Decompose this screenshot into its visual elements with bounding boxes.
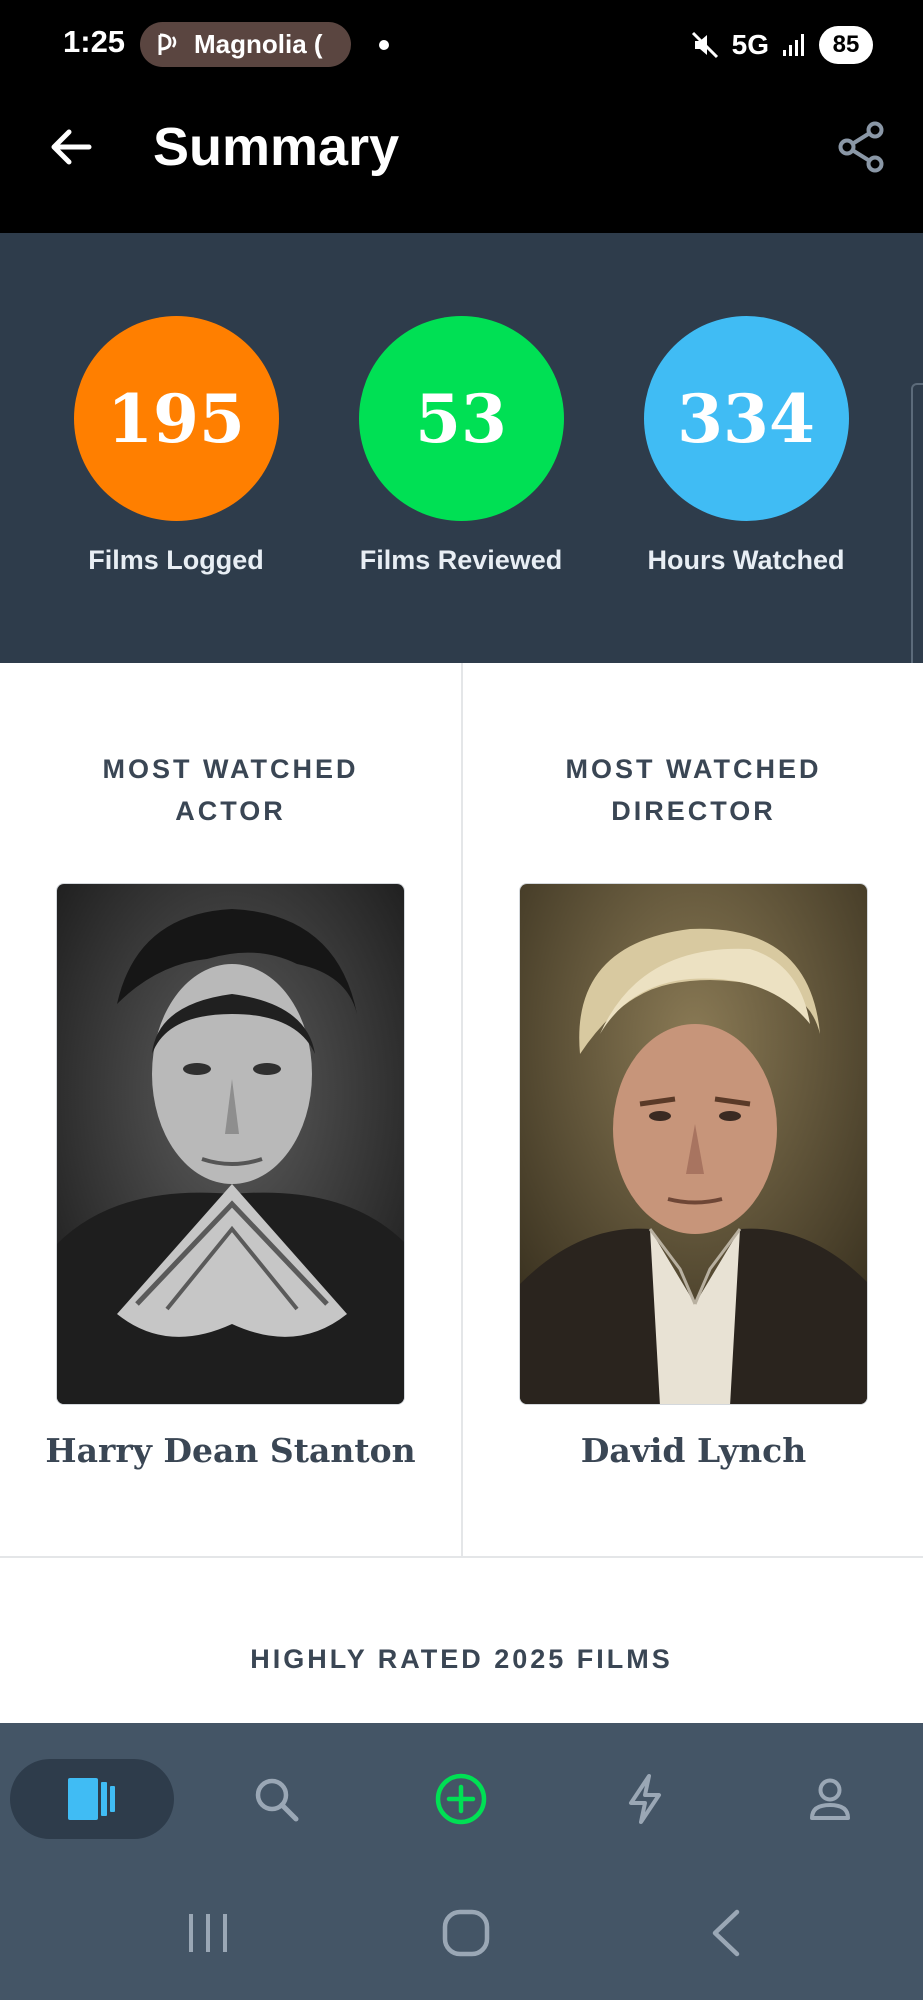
director-name: David Lynch	[580, 1431, 807, 1470]
director-heading: MOST WATCHED DIRECTOR	[463, 748, 923, 832]
app-header: Summary	[0, 92, 923, 233]
actor-photo[interactable]	[56, 883, 405, 1405]
lightning-icon	[629, 1774, 661, 1824]
stat-label: Hours Watched	[647, 545, 845, 575]
system-nav-bar	[0, 1873, 923, 2000]
stat-label: Films Reviewed	[359, 545, 563, 575]
nav-activity[interactable]	[563, 1759, 727, 1839]
battery-indicator: 85	[819, 26, 873, 64]
highly-rated-title: HIGHLY RATED 2025 FILMS	[250, 1644, 673, 1674]
films-icon	[68, 1778, 115, 1820]
director-portrait-image	[520, 884, 867, 1404]
nav-films[interactable]	[10, 1759, 174, 1839]
stat-circle: 53	[358, 316, 564, 521]
stat-hours-watched[interactable]: 334 Hours Watched	[616, 316, 876, 576]
notification-dot	[379, 40, 389, 50]
stat-label: Films Logged	[88, 545, 264, 575]
mute-icon	[691, 31, 718, 59]
nav-add[interactable]	[379, 1759, 543, 1839]
profile-icon	[810, 1778, 850, 1820]
actor-portrait-image	[57, 884, 404, 1404]
stat-circle: 334	[643, 316, 849, 521]
actor-heading-line1: MOST WATCHED	[102, 754, 359, 784]
stat-films-logged[interactable]: 195 Films Logged	[46, 316, 306, 576]
home-icon	[442, 1909, 490, 1957]
director-heading-line1: MOST WATCHED	[565, 754, 822, 784]
director-photo[interactable]	[519, 883, 868, 1405]
status-time: 1:25	[63, 24, 126, 59]
bottom-nav	[0, 1723, 923, 1873]
actor-heading: MOST WATCHED ACTOR	[0, 748, 461, 832]
recent-apps-button[interactable]	[163, 1893, 253, 1973]
director-heading-line2: DIRECTOR	[611, 796, 776, 826]
nav-profile[interactable]	[748, 1759, 912, 1839]
arrow-left-icon	[51, 129, 92, 165]
status-bar: 1:25 Magnolia ( 5G 85	[0, 0, 923, 92]
share-icon	[838, 121, 884, 173]
people-section: MOST WATCHED ACTOR Harry Dean Stanton MO…	[0, 663, 923, 1558]
recent-apps-icon	[189, 1914, 227, 1952]
most-watched-director[interactable]: MOST WATCHED DIRECTOR David Lynch	[463, 663, 923, 1470]
podcast-icon	[158, 33, 177, 55]
add-icon	[435, 1773, 487, 1825]
search-icon	[255, 1778, 299, 1822]
actor-name: Harry Dean Stanton	[45, 1431, 416, 1470]
signal-icon	[783, 34, 804, 56]
most-watched-actor[interactable]: MOST WATCHED ACTOR Harry Dean Stanton	[0, 663, 461, 1470]
stat-circle: 195	[73, 316, 279, 521]
back-button[interactable]	[44, 120, 98, 174]
media-pill[interactable]: Magnolia (	[140, 22, 351, 67]
share-button[interactable]	[835, 120, 889, 174]
home-button[interactable]	[421, 1893, 511, 1973]
highly-rated-section: HIGHLY RATED 2025 FILMS	[0, 1558, 923, 1723]
chevron-left-icon	[712, 1909, 740, 1957]
scrollbar[interactable]	[911, 383, 923, 673]
page-title: Summary	[153, 117, 400, 177]
stats-section: 195 Films Logged 53 Films Reviewed 334 H…	[0, 233, 923, 673]
stat-films-reviewed[interactable]: 53 Films Reviewed	[331, 316, 591, 576]
nav-search[interactable]	[194, 1759, 358, 1839]
network-type: 5G	[731, 29, 769, 60]
system-back-button[interactable]	[680, 1893, 770, 1973]
actor-heading-line2: ACTOR	[175, 796, 286, 826]
status-icons: 5G 85	[690, 22, 873, 68]
media-pill-text: Magnolia (	[194, 29, 323, 59]
